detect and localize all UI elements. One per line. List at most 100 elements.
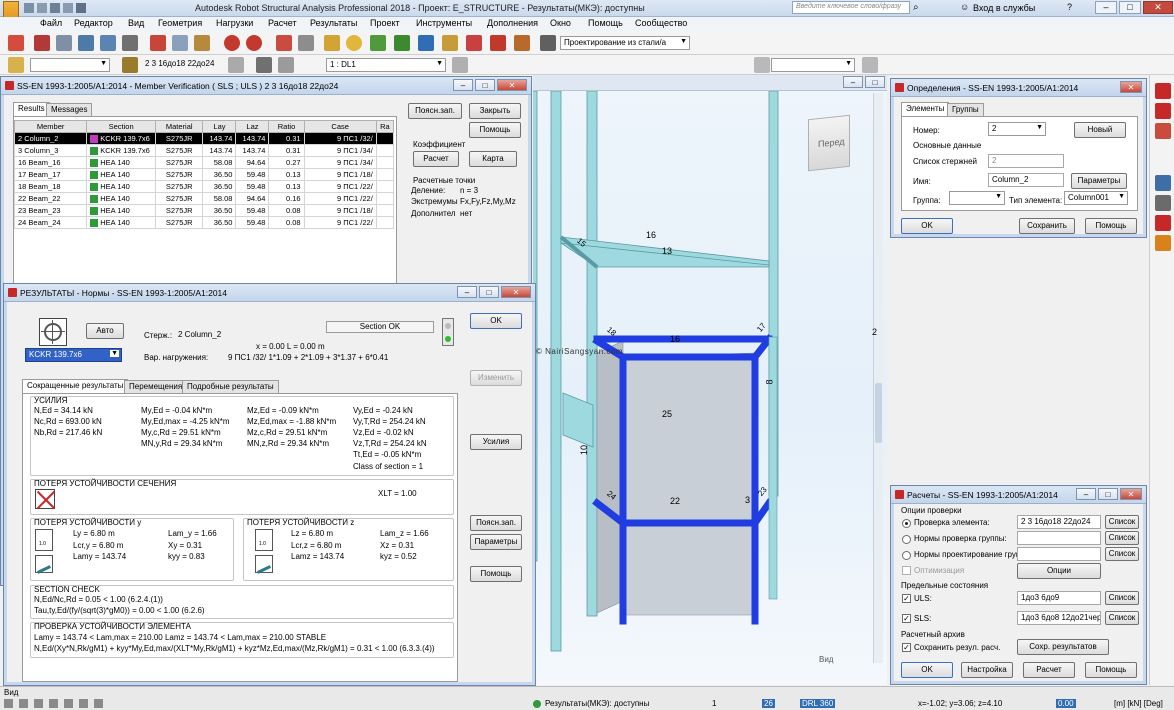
camera-icon[interactable] <box>122 35 138 51</box>
forces-button[interactable]: Усилия <box>470 434 522 450</box>
tab-displacements[interactable]: Перемещения <box>124 380 188 393</box>
col-member[interactable]: Member <box>13 120 88 133</box>
save-button[interactable]: Сохранить <box>1019 218 1075 234</box>
undo-icon[interactable] <box>224 35 240 51</box>
table-row[interactable]: 16 Beam_16 HEA 140 S275JR 58.08 94.64 0.… <box>13 156 395 169</box>
tab-elements[interactable]: Элементы <box>901 102 950 116</box>
menu-analysis[interactable]: Расчет <box>268 18 297 28</box>
col-laz[interactable]: Laz <box>235 120 270 133</box>
table-row[interactable]: 18 Beam_18 HEA 140 S275JR 36.50 59.48 0.… <box>13 180 395 193</box>
menu-view[interactable]: Вид <box>128 18 144 28</box>
group-design-input[interactable] <box>1017 547 1101 561</box>
load-case-select[interactable]: 1 : DL1 ▼ <box>326 58 446 72</box>
ok-button[interactable]: OK <box>901 662 953 678</box>
help-icon[interactable]: ? <box>1067 2 1072 12</box>
zoom-icon[interactable] <box>346 35 362 51</box>
name-input[interactable]: Column_2 <box>988 173 1064 187</box>
notes-button[interactable]: Поясн.зап. <box>470 515 522 531</box>
display-select[interactable]: ▼ <box>771 58 855 72</box>
results-table[interactable]: Member Section Material Lay Laz Ratio Ca… <box>13 120 395 229</box>
new-button[interactable]: Новый <box>1074 122 1126 138</box>
definitions-window-controls[interactable]: ✕ <box>1120 81 1142 93</box>
bar-type-icon[interactable] <box>1155 103 1171 119</box>
window-controls[interactable]: – □ ✕ <box>1095 1 1173 14</box>
map-button[interactable]: Карта <box>469 151 517 167</box>
case-icon[interactable] <box>256 57 272 73</box>
bar-icon[interactable] <box>394 35 410 51</box>
tab-results[interactable]: Results <box>13 102 50 116</box>
menu-file[interactable]: Файл <box>40 18 62 28</box>
search-input[interactable]: Введите ключевое слово/фразу <box>792 1 910 14</box>
options-button[interactable]: Опции <box>1017 563 1101 579</box>
menu-geometry[interactable]: Геометрия <box>158 18 202 28</box>
quick-access-icons[interactable] <box>24 3 174 14</box>
section-select[interactable]: KCKR 139.7x6 ▼ <box>25 348 122 362</box>
save-results-button[interactable]: Сохр. результатов <box>1017 639 1109 655</box>
element-type-select[interactable]: Column001 ▼ <box>1064 191 1128 205</box>
node-icon[interactable] <box>370 35 386 51</box>
next-case-icon[interactable] <box>452 57 468 73</box>
mode-icon[interactable] <box>278 57 294 73</box>
signin-link[interactable]: Вход в службы <box>973 3 1035 13</box>
design-list-button[interactable]: Список <box>1105 547 1139 561</box>
menu-addins[interactable]: Дополнения <box>487 18 538 28</box>
group-select[interactable]: ▼ <box>949 191 1005 205</box>
display-icon[interactable] <box>754 57 770 73</box>
params-button[interactable]: Параметры <box>1071 173 1127 189</box>
settings-icon[interactable] <box>514 35 530 51</box>
member-icon[interactable] <box>1155 123 1171 139</box>
design-layout-select[interactable]: Проектирование из стали/а ▼ <box>560 36 690 50</box>
table-row[interactable]: 22 Beam_22 HEA 140 S275JR 58.08 94.64 0.… <box>13 192 395 205</box>
verification-window-controls[interactable]: – □ ✕ <box>453 79 527 91</box>
col-section[interactable]: Section <box>86 120 156 133</box>
pointer-icon[interactable] <box>8 57 24 73</box>
print-icon[interactable] <box>56 35 72 51</box>
save-results-checkbox[interactable]: ✓ <box>902 643 911 652</box>
params-button[interactable]: Параметры <box>470 534 522 550</box>
menu-window[interactable]: Окно <box>550 18 571 28</box>
lock-icon[interactable] <box>324 35 340 51</box>
tab-messages[interactable]: Messages <box>46 103 93 116</box>
tools-icon[interactable] <box>1155 235 1171 251</box>
help-button[interactable]: Помощь <box>469 122 521 138</box>
status-icons[interactable] <box>4 699 103 708</box>
col-ratio[interactable]: Ratio <box>268 120 305 133</box>
copy-icon[interactable] <box>172 35 188 51</box>
calc-button[interactable]: Расчет <box>1023 662 1075 678</box>
number-select[interactable]: 2 ▼ <box>988 122 1046 136</box>
group-check-input[interactable] <box>1017 531 1101 545</box>
tab-detailed-results[interactable]: Подробные результаты <box>182 380 279 393</box>
viewport-window-controls[interactable]: – □ <box>843 76 885 88</box>
help-button[interactable]: Помощь <box>1085 218 1137 234</box>
view-icon[interactable] <box>862 57 878 73</box>
node-selection-input[interactable]: ▼ <box>30 58 110 72</box>
redo-icon[interactable] <box>246 35 262 51</box>
search-icon[interactable]: ⌕ <box>913 2 919 13</box>
uls-input[interactable]: 1до3 6до9 <box>1017 591 1101 605</box>
filter-icon[interactable] <box>228 57 244 73</box>
new-icon[interactable] <box>8 35 24 51</box>
support-icon[interactable] <box>418 35 434 51</box>
close-button[interactable]: Закрыть <box>469 103 521 119</box>
table-row[interactable]: 24 Beam_24 HEA 140 S275JR 36.50 59.48 0.… <box>13 216 395 229</box>
menu-edit[interactable]: Редактор <box>74 18 113 28</box>
table-row[interactable]: 2 Column_2 KCKR 139.7x6 S275JR 143.74 14… <box>13 132 395 145</box>
load-icon[interactable] <box>466 35 482 51</box>
menu-results[interactable]: Результаты <box>310 18 357 28</box>
structure-type-icon[interactable] <box>1155 83 1171 99</box>
col-lay[interactable]: Lay <box>202 120 237 133</box>
col-case[interactable]: Case <box>303 120 377 133</box>
model-viewport[interactable]: – □ Перед 2 16 13 15 16 17 18 8 25 10 22… <box>533 75 887 685</box>
help-button[interactable]: Помощь <box>470 566 522 582</box>
list-icon[interactable] <box>298 35 314 51</box>
optimization-checkbox[interactable] <box>902 566 911 575</box>
menu-community[interactable]: Сообщество <box>635 18 687 28</box>
sls-input[interactable]: 1до3 6до8 12до21чер <box>1017 611 1101 625</box>
calc-view-icon[interactable] <box>1155 195 1171 211</box>
sls-checkbox[interactable]: ✓ <box>902 614 911 623</box>
cut-icon[interactable] <box>150 35 166 51</box>
element-check-radio[interactable] <box>902 519 911 528</box>
menu-loads[interactable]: Нагрузки <box>216 18 253 28</box>
book-icon[interactable] <box>78 35 94 51</box>
layout-icon[interactable] <box>540 35 556 51</box>
